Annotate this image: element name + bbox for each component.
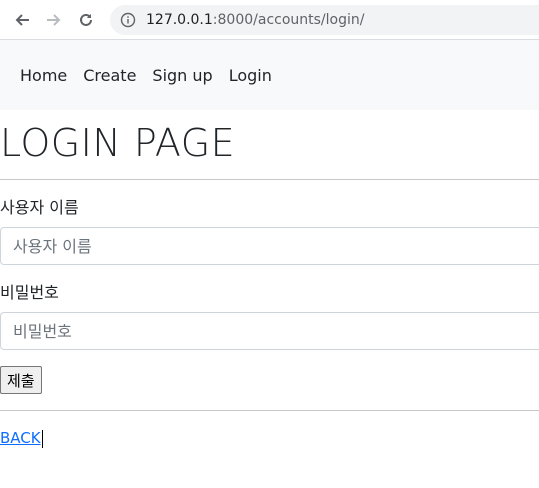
username-label: 사용자 이름 — [0, 198, 79, 217]
text-caret — [41, 429, 43, 448]
username-input[interactable] — [0, 227, 539, 265]
page-title: LOGIN PAGE — [0, 121, 236, 165]
url-host: 127.0.0.1 — [146, 11, 213, 28]
divider — [0, 179, 539, 180]
nav-link-login[interactable]: Login — [229, 66, 272, 85]
submit-button[interactable]: 제출 — [0, 366, 42, 394]
nav-link-signup[interactable]: Sign up — [152, 66, 212, 85]
back-arrow-icon[interactable] — [12, 10, 32, 30]
address-bar[interactable]: 127.0.0.1:8000/accounts/login/ — [110, 4, 539, 35]
reload-icon[interactable] — [76, 10, 96, 30]
back-link[interactable]: BACK — [0, 429, 41, 447]
nav-link-create[interactable]: Create — [83, 66, 136, 85]
divider — [0, 410, 539, 411]
info-icon[interactable] — [120, 12, 136, 28]
login-form: 사용자 이름 비밀번호 제출 — [0, 198, 539, 394]
nav-link-home[interactable]: Home — [20, 66, 67, 85]
site-navbar: Home Create Sign up Login — [0, 40, 539, 110]
password-label: 비밀번호 — [0, 283, 59, 302]
password-input[interactable] — [0, 312, 539, 350]
browser-toolbar: 127.0.0.1:8000/accounts/login/ — [0, 0, 539, 40]
forward-arrow-icon[interactable] — [44, 10, 64, 30]
url-path: :8000/accounts/login/ — [212, 11, 365, 28]
